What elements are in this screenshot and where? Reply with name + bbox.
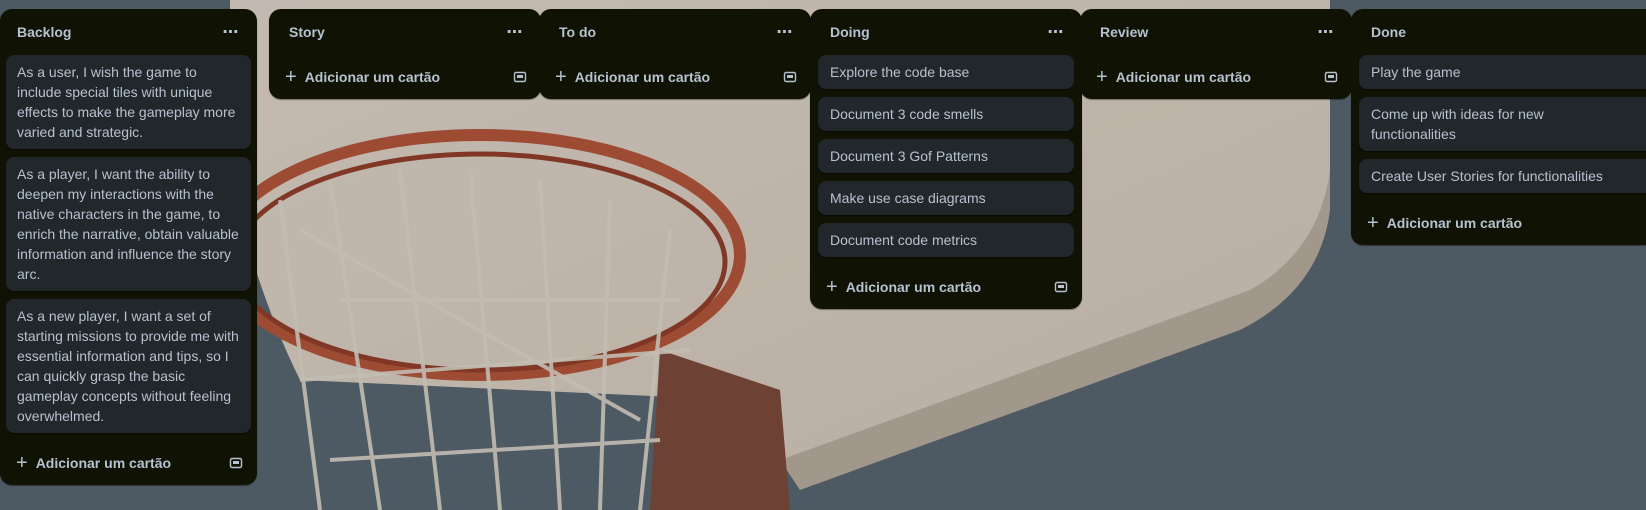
more-horizontal-icon[interactable]: ⋯ <box>1312 18 1340 46</box>
list-header: To do ⋯ <box>539 9 811 55</box>
card[interactable]: Explore the code base <box>818 55 1074 89</box>
list-header: Review ⋯ <box>1080 9 1352 55</box>
card[interactable]: As a player, I want the ability to deepe… <box>6 157 251 291</box>
card[interactable]: Document 3 Gof Patterns <box>818 139 1074 173</box>
card[interactable]: Make use case diagrams <box>818 181 1074 215</box>
add-card-button[interactable]: + Adicionar um cartão <box>16 452 172 474</box>
list-header: Done <box>1351 9 1646 55</box>
add-card-button[interactable]: + Adicionar um cartão <box>1367 212 1523 234</box>
list-to-do[interactable]: To do ⋯ + Adicionar um cartão <box>539 9 811 99</box>
card[interactable]: As a user, I wish the game to include sp… <box>6 55 251 149</box>
plus-icon: + <box>826 276 838 298</box>
add-card-button[interactable]: + Adicionar um cartão <box>826 276 982 298</box>
board-canvas: Backlog ⋯ As a user, I wish the game to … <box>0 0 1646 510</box>
list-title[interactable]: Doing <box>830 24 870 40</box>
card[interactable]: Create User Stories for functionalities <box>1359 159 1646 193</box>
list-title[interactable]: Backlog <box>17 24 71 40</box>
list-header: Story ⋯ <box>269 9 541 55</box>
list-done[interactable]: Done Play the game Come up with ideas fo… <box>1351 9 1646 245</box>
list-title[interactable]: Story <box>289 24 325 40</box>
list-story[interactable]: Story ⋯ + Adicionar um cartão <box>269 9 541 99</box>
add-card-label: Adicionar um cartão <box>35 455 172 471</box>
card[interactable]: Document 3 code smells <box>818 97 1074 131</box>
plus-icon: + <box>1367 212 1379 234</box>
more-horizontal-icon[interactable]: ⋯ <box>1042 18 1070 46</box>
more-horizontal-icon[interactable]: ⋯ <box>771 18 799 46</box>
list-footer: + Adicionar um cartão <box>810 265 1082 309</box>
list-title[interactable]: To do <box>559 24 596 40</box>
list-footer: + Adicionar um cartão <box>1080 55 1352 99</box>
card[interactable]: Document code metrics <box>818 223 1074 257</box>
list-header: Backlog ⋯ <box>0 9 257 55</box>
list-footer: + Adicionar um cartão <box>269 55 541 99</box>
card-list: As a user, I wish the game to include sp… <box>0 55 257 433</box>
list-footer: + Adicionar um cartão <box>539 55 811 99</box>
more-horizontal-icon[interactable]: ⋯ <box>501 18 529 46</box>
card-template-icon[interactable] <box>1054 281 1068 293</box>
add-card-label: Adicionar um cartão <box>304 69 441 85</box>
add-card-label: Adicionar um cartão <box>845 279 982 295</box>
add-card-button[interactable]: + Adicionar um cartão <box>285 66 441 88</box>
plus-icon: + <box>285 66 297 88</box>
add-card-button[interactable]: + Adicionar um cartão <box>555 66 711 88</box>
plus-icon: + <box>555 66 567 88</box>
more-horizontal-icon[interactable]: ⋯ <box>217 18 245 46</box>
card-template-icon[interactable] <box>783 71 797 83</box>
card-template-icon[interactable] <box>513 71 527 83</box>
add-card-button[interactable]: + Adicionar um cartão <box>1096 66 1252 88</box>
card[interactable]: Come up with ideas for new functionaliti… <box>1359 97 1646 151</box>
list-header: Doing ⋯ <box>810 9 1082 55</box>
add-card-label: Adicionar um cartão <box>1386 215 1523 231</box>
list-footer: + Adicionar um cartão <box>1351 201 1646 245</box>
plus-icon: + <box>16 452 28 474</box>
list-doing[interactable]: Doing ⋯ Explore the code base Document 3… <box>810 9 1082 309</box>
card-template-icon[interactable] <box>229 457 243 469</box>
card-list: Explore the code base Document 3 code sm… <box>810 55 1082 257</box>
list-title[interactable]: Done <box>1371 24 1406 40</box>
list-backlog[interactable]: Backlog ⋯ As a user, I wish the game to … <box>0 9 257 485</box>
list-review[interactable]: Review ⋯ + Adicionar um cartão <box>1080 9 1352 99</box>
add-card-label: Adicionar um cartão <box>1115 69 1252 85</box>
add-card-label: Adicionar um cartão <box>574 69 711 85</box>
plus-icon: + <box>1096 66 1108 88</box>
card-template-icon[interactable] <box>1324 71 1338 83</box>
card[interactable]: Play the game <box>1359 55 1646 89</box>
card[interactable]: As a new player, I want a set of startin… <box>6 299 251 433</box>
list-title[interactable]: Review <box>1100 24 1148 40</box>
card-list: Play the game Come up with ideas for new… <box>1351 55 1646 193</box>
list-footer: + Adicionar um cartão <box>0 441 257 485</box>
